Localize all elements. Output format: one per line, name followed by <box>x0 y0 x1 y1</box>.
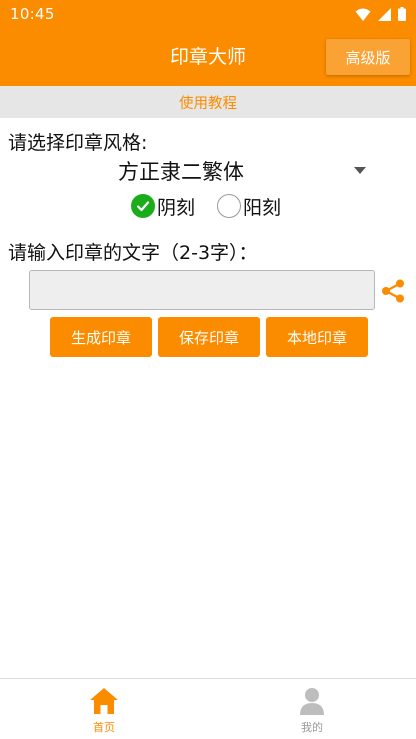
style-label: 请选择印章风格: <box>8 132 148 154</box>
radio-yinke[interactable]: 阴刻 <box>131 193 195 220</box>
engraving-radio-group: 阴刻 阳刻 <box>131 192 303 220</box>
home-icon <box>89 686 119 716</box>
wifi-icon <box>355 8 371 21</box>
style-selected-value: 方正隶二繁体 <box>118 160 244 184</box>
share-icon <box>382 279 404 303</box>
bottom-nav: 首页 我的 <box>0 678 416 739</box>
tutorial-link[interactable]: 使用教程 <box>0 86 416 118</box>
radio-label: 阳刻 <box>243 196 282 219</box>
radio-yangke[interactable]: 阳刻 <box>217 193 281 220</box>
status-bar: 10:45 <box>0 0 416 28</box>
radio-unchecked-icon <box>217 194 242 218</box>
premium-button[interactable]: 高级版 <box>326 39 410 75</box>
tab-mine[interactable]: 我的 <box>208 679 416 739</box>
text-input-label: 请输入印章的文字（2-3字）： <box>8 242 258 264</box>
seal-text-input[interactable] <box>29 270 375 310</box>
radio-label: 阴刻 <box>157 196 196 219</box>
save-seal-button[interactable]: 保存印章 <box>158 317 260 357</box>
battery-icon <box>398 7 406 21</box>
style-dropdown[interactable]: 方正隶二繁体 <box>0 154 416 188</box>
local-seal-button[interactable]: 本地印章 <box>266 317 368 357</box>
tab-home[interactable]: 首页 <box>0 679 208 739</box>
dropdown-arrow-icon <box>354 167 366 174</box>
tab-label: 我的 <box>301 721 323 734</box>
status-time: 10:45 <box>10 5 55 23</box>
signal-icon <box>378 7 391 21</box>
share-button[interactable] <box>380 278 406 304</box>
generate-seal-button[interactable]: 生成印章 <box>50 317 152 357</box>
radio-checked-icon <box>131 194 155 218</box>
action-buttons: 生成印章 保存印章 本地印章 <box>50 317 368 357</box>
status-icons <box>355 7 406 21</box>
app-bar: 印章大师 高级版 <box>0 28 416 86</box>
tab-label: 首页 <box>93 721 115 734</box>
person-icon <box>297 686 327 716</box>
